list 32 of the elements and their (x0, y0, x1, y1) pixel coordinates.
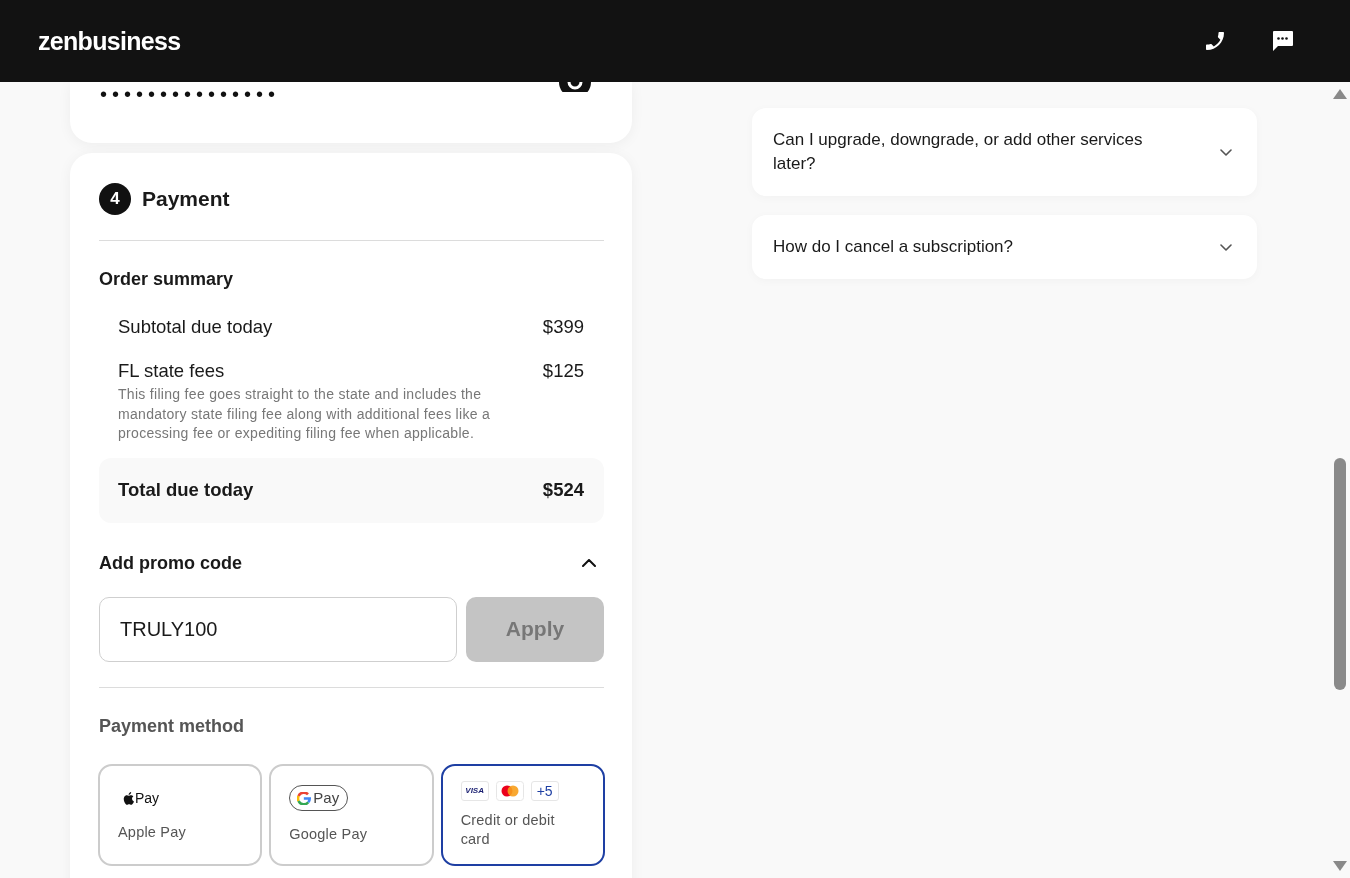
line-item-label: FL state fees (118, 360, 225, 382)
phone-icon[interactable] (1205, 31, 1225, 51)
scroll-up-icon[interactable] (1333, 89, 1347, 99)
apple-icon (123, 791, 134, 805)
card-brand-badge: VISA (460, 780, 489, 801)
payment-option[interactable]: Pay Apple Pay (98, 763, 263, 866)
promo-code-input[interactable]: TRULY100 (99, 596, 457, 662)
step-number-badge: 4 (99, 183, 131, 215)
promo-code-toggle[interactable]: Add promo code (99, 551, 604, 574)
logo[interactable]: zenbusiness (38, 27, 181, 55)
total-amount: $524 (542, 479, 584, 501)
order-summary-title: Order summary (99, 268, 235, 290)
section-title: Payment (142, 186, 230, 212)
faq-item[interactable]: Can I upgrade, downgrade, or add other services later? (752, 108, 1257, 196)
more-brands-badge: +5 (530, 780, 559, 801)
line-item-label: Subtotal due today (118, 316, 273, 338)
chat-icon[interactable] (1272, 31, 1293, 51)
logo-text: Pay (135, 790, 160, 806)
payment-option[interactable]: VISA +5 Credit or debit card (440, 763, 605, 866)
payment-method-title: Payment method (99, 714, 246, 737)
masked-password: ••••••••••••••• (100, 83, 281, 105)
overlapping-circles-icon (495, 780, 524, 801)
line-item-amount: $125 (542, 360, 584, 382)
scrollbar-thumb[interactable] (1334, 458, 1346, 690)
logo-text: Pay (313, 790, 340, 806)
total-label: Total due today (118, 479, 254, 501)
line-item-amount: $399 (542, 316, 584, 338)
faq-item[interactable]: How do I cancel a subscription? (752, 215, 1257, 279)
fee-description: This filing fee goes straight to the state and includes the mandatory state filing fee along with additional fees like a processing fee or expediting filing fee when applicable. (118, 385, 492, 443)
scroll-down-icon[interactable] (1333, 861, 1347, 871)
g-letter-icon (297, 791, 312, 805)
payment-option[interactable]: Pay Google Pay (269, 763, 434, 866)
